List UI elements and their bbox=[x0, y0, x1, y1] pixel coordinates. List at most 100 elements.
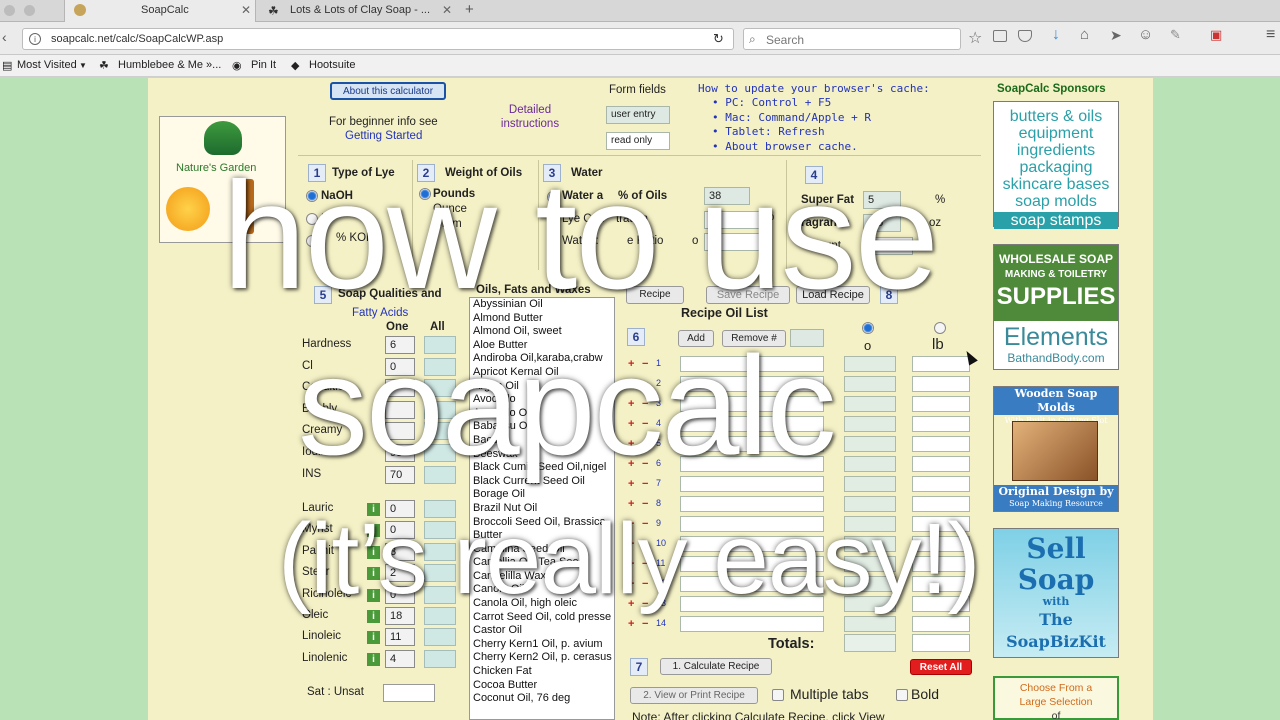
recipe-oil-weight[interactable] bbox=[912, 616, 970, 632]
decrease-icon[interactable]: − bbox=[642, 618, 648, 630]
cache-list: • PC: Control + F5 • Mac: Command/Apple … bbox=[712, 96, 871, 154]
bookmark-hootsuite[interactable]: Hootsuite bbox=[309, 59, 355, 71]
sponsor-ad-wooden-molds[interactable]: Wooden Soap Molds With Built in Cutting … bbox=[993, 386, 1119, 512]
recipe-oil-pct[interactable] bbox=[844, 356, 896, 372]
reset-all-button[interactable]: Reset All bbox=[910, 659, 972, 675]
tab-label: Lots & Lots of Clay Soap - ... bbox=[290, 4, 431, 16]
cache-title: How to update your browser's cache: bbox=[698, 82, 930, 95]
sponsor-ad-soapbizkit[interactable]: Sell Soap with The SoapBizKit bbox=[993, 528, 1119, 658]
overlay-line-3: (it’s really easy!) bbox=[278, 503, 981, 615]
home-icon[interactable]: ⌂ bbox=[1080, 26, 1089, 43]
sponsor-ad-elements[interactable]: WHOLESALE SOAP MAKING & TOILETRY SUPPLIE… bbox=[993, 244, 1119, 370]
view-print-recipe-button[interactable]: 2. View or Print Recipe bbox=[630, 687, 758, 704]
recipe-oil-pct[interactable] bbox=[844, 376, 896, 392]
section-number: 7 bbox=[630, 658, 648, 676]
folder-icon: ▤ bbox=[2, 60, 13, 72]
recipe-oil-name bbox=[680, 616, 824, 632]
ad-header: Wooden Soap Molds With Built in Cutting … bbox=[994, 387, 1118, 425]
unit-radio-weight[interactable] bbox=[862, 322, 874, 334]
menu-icon[interactable]: ≡ bbox=[1266, 26, 1275, 44]
oil-option[interactable]: Castor Oil bbox=[470, 624, 614, 638]
ad-line: equipment bbox=[1018, 125, 1094, 142]
ad-line: Elements bbox=[1003, 323, 1109, 351]
reading-list-icon[interactable] bbox=[993, 30, 1007, 42]
oil-option[interactable]: Cherry Kern1 Oil, p. avium bbox=[470, 638, 614, 652]
multiple-tabs-checkbox[interactable] bbox=[772, 689, 784, 701]
download-icon[interactable]: ↓ bbox=[1052, 26, 1060, 44]
sponsor-ad-brambleberry[interactable]: butters & oils equipment ingredients packag… bbox=[993, 101, 1119, 229]
oil-option[interactable]: Borage Oil bbox=[470, 488, 614, 502]
recipe-oil-pct[interactable] bbox=[844, 616, 896, 632]
ad-line: Sell bbox=[1026, 532, 1086, 565]
pin-icon[interactable]: ✎ bbox=[1170, 27, 1181, 43]
totals-label: Totals: bbox=[768, 636, 815, 652]
recipe-oil-weight[interactable] bbox=[912, 356, 970, 372]
minimize-window-icon[interactable] bbox=[24, 5, 35, 16]
ad-line: soap molds bbox=[1015, 193, 1097, 210]
nav-bar: ‹ i soapcalc.net/calc/SoapCalcWP.asp ↻ ⌕… bbox=[0, 22, 1280, 55]
close-window-icon[interactable] bbox=[4, 5, 15, 16]
recipe-oil-pct[interactable] bbox=[844, 476, 896, 492]
close-tab-icon[interactable]: ✕ bbox=[241, 3, 251, 17]
ad-line: ingredients bbox=[1016, 142, 1096, 159]
sponsors-title: SoapCalc Sponsors bbox=[997, 83, 1106, 95]
row-number: 14 bbox=[656, 618, 667, 628]
info-icon[interactable]: i bbox=[367, 652, 380, 666]
recipe-oil-weight[interactable] bbox=[912, 376, 970, 392]
search-input[interactable]: ⌕ Search bbox=[743, 28, 961, 50]
chat-icon[interactable]: ☺ bbox=[1138, 26, 1153, 43]
oil-option[interactable]: Chicken Fat bbox=[470, 665, 614, 679]
beginner-text: For beginner info see bbox=[329, 116, 438, 128]
bookmark-star-icon[interactable]: ☆ bbox=[968, 28, 982, 48]
increase-icon[interactable]: + bbox=[628, 618, 634, 630]
info-icon[interactable]: i bbox=[29, 33, 41, 45]
oil-option[interactable]: Coconut Oil, 76 deg bbox=[470, 692, 614, 706]
sat-unsat-output bbox=[383, 684, 435, 702]
recipe-oil-weight[interactable] bbox=[912, 476, 970, 492]
ad-line: Original Design by bbox=[998, 485, 1114, 498]
unit-lb-label: lb bbox=[932, 336, 944, 353]
recipe-oil-weight[interactable] bbox=[912, 436, 970, 452]
unit-radio-lb[interactable] bbox=[934, 322, 946, 334]
recipe-oil-pct[interactable] bbox=[844, 456, 896, 472]
tab-clay-soap[interactable]: ☘ Lots & Lots of Clay Soap - ... ✕ bbox=[258, 0, 458, 22]
tab-label: SoapCalc bbox=[141, 4, 189, 16]
detailed-instructions-link[interactable]: Detailed instructions bbox=[498, 103, 562, 131]
about-calculator-button[interactable]: About this calculator bbox=[330, 82, 446, 100]
back-icon[interactable]: ‹ bbox=[2, 29, 7, 45]
reload-icon[interactable]: ↻ bbox=[713, 31, 724, 47]
bookmark-pin-it[interactable]: Pin It bbox=[251, 59, 276, 71]
screen: SoapCalc ✕ ☘ Lots & Lots of Clay Soap - … bbox=[0, 0, 1280, 720]
recipe-oil-pct[interactable] bbox=[844, 436, 896, 452]
oil-option[interactable]: Cocoa Butter bbox=[470, 679, 614, 693]
info-icon[interactable]: i bbox=[367, 631, 380, 645]
orange-image bbox=[166, 187, 210, 231]
ad-line: soap stamps bbox=[994, 212, 1118, 229]
bookmark-most-visited[interactable]: Most Visited bbox=[17, 59, 77, 71]
recipe-oil-pct[interactable] bbox=[844, 396, 896, 412]
sponsor-ad-selection[interactable]: Choose From a Large Selection of bbox=[993, 676, 1119, 720]
overlay-line-1: how to use bbox=[222, 151, 939, 321]
tab-soapcalc[interactable]: SoapCalc ✕ bbox=[64, 0, 256, 22]
send-icon[interactable]: ➤ bbox=[1110, 27, 1122, 44]
chevron-down-icon[interactable]: ▼ bbox=[79, 61, 87, 70]
getting-started-link[interactable]: Getting Started bbox=[345, 130, 422, 142]
recipe-oil-weight[interactable] bbox=[912, 416, 970, 432]
acid-all-value bbox=[424, 628, 456, 647]
ad-line: Large Selection bbox=[1019, 696, 1093, 708]
acid-label: Linoleic bbox=[302, 630, 341, 643]
url-bar[interactable]: i soapcalc.net/calc/SoapCalcWP.asp ↻ bbox=[22, 28, 734, 50]
leaf-icon bbox=[204, 121, 242, 155]
calculate-recipe-button[interactable]: 1. Calculate Recipe bbox=[660, 658, 772, 675]
new-tab-icon[interactable]: + bbox=[465, 1, 474, 18]
recipe-oil-weight[interactable] bbox=[912, 396, 970, 412]
close-tab-icon[interactable]: ✕ bbox=[442, 3, 452, 17]
bookmark-humblebee[interactable]: Humblebee & Me »... bbox=[118, 59, 221, 71]
bold-checkbox[interactable] bbox=[896, 689, 908, 701]
search-icon: ⌕ bbox=[749, 32, 756, 46]
recipe-oil-weight[interactable] bbox=[912, 456, 970, 472]
pocket-icon[interactable] bbox=[1018, 30, 1032, 42]
oil-option[interactable]: Cherry Kern2 Oil, p. cerasus bbox=[470, 651, 614, 665]
pdf-icon[interactable]: ▣ bbox=[1210, 27, 1222, 43]
recipe-oil-pct[interactable] bbox=[844, 416, 896, 432]
